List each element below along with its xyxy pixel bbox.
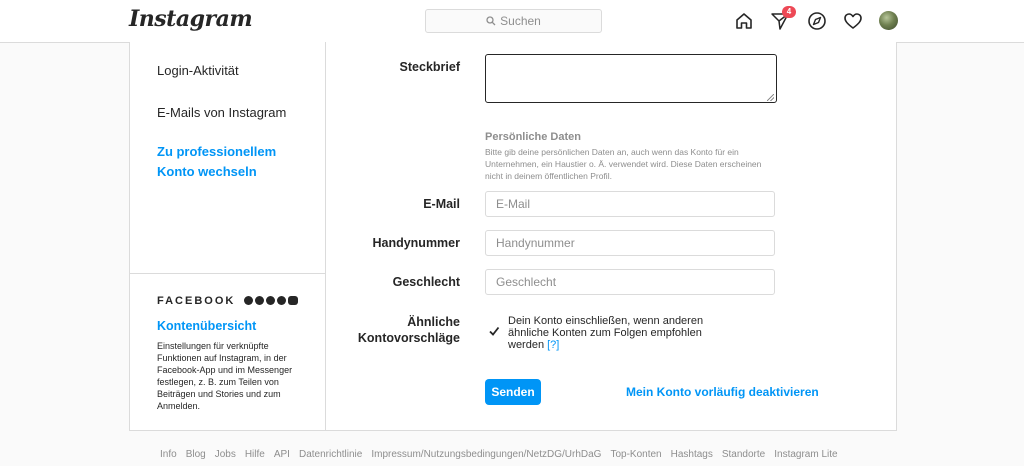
resize-handle[interactable] [767, 94, 774, 101]
gender-label: Geschlecht [392, 275, 460, 289]
settings-card: Login-Aktivität E-Mails von Instagram Zu… [129, 42, 897, 431]
meta-app-icons [244, 296, 298, 305]
suggestions-text: Dein Konto einschließen, wenn anderen äh… [508, 315, 704, 351]
footer-link-instagram-lite[interactable]: Instagram Lite [774, 449, 837, 460]
messenger-icon [255, 296, 264, 305]
whatsapp-icon [277, 296, 286, 305]
personal-info-description: Bitte gib deine persönlichen Daten an, a… [485, 147, 762, 181]
suggestions-label-line2: Kontovorschläge [357, 331, 460, 345]
bio-label: Steckbrief [399, 60, 460, 74]
search-box[interactable]: Suchen [425, 9, 602, 33]
footer-link-locations[interactable]: Standorte [722, 449, 765, 460]
heart-icon[interactable] [843, 11, 863, 31]
facebook-icon [244, 296, 253, 305]
phone-label: Handynummer [372, 236, 460, 250]
suggestions-checkbox[interactable] [488, 325, 500, 337]
gender-field[interactable] [485, 269, 775, 295]
personal-info-title: Persönliche Daten [485, 131, 581, 143]
footer-link-jobs[interactable]: Jobs [215, 449, 236, 460]
top-navigation: Instagram Suchen 4 [0, 0, 1024, 43]
home-icon[interactable] [734, 11, 754, 31]
suggestions-label: Ähnliche Kontovorschläge [130, 314, 460, 346]
portal-icon [288, 296, 298, 305]
checkmark-icon [489, 326, 500, 336]
deactivate-account-link[interactable]: Mein Konto vorläufig deaktivieren [626, 385, 819, 399]
footer-link-blog[interactable]: Blog [186, 449, 206, 460]
email-label: E-Mail [423, 197, 460, 211]
message-count-badge: 4 [782, 6, 796, 18]
footer-links: Info Blog Jobs Hilfe API Datenrichtlinie… [160, 449, 847, 460]
suggestions-label-line1: Ähnliche [407, 315, 460, 329]
instagram-logo[interactable]: Instagram [129, 6, 253, 32]
footer-link-help[interactable]: Hilfe [245, 449, 265, 460]
instagram-icon [266, 296, 275, 305]
explore-icon[interactable] [807, 11, 827, 31]
footer-link-hashtags[interactable]: Hashtags [671, 449, 713, 460]
facebook-wordmark: FACEBOOK [157, 295, 236, 307]
sidebar-divider [130, 273, 325, 274]
phone-field[interactable] [485, 230, 775, 256]
sidebar-item-switch-professional[interactable]: Zu professionellem Konto wechseln [157, 142, 317, 182]
footer-link-terms[interactable]: Impressum/Nutzungsbedingungen/NetzDG/Urh… [371, 449, 601, 460]
submit-button[interactable]: Senden [485, 379, 541, 405]
search-placeholder: Suchen [500, 14, 541, 28]
sidebar-item-emails[interactable]: E-Mails von Instagram [157, 105, 286, 120]
bio-textarea[interactable] [485, 54, 777, 103]
footer-link-info[interactable]: Info [160, 449, 177, 460]
suggestions-description: Dein Konto einschließen, wenn anderen äh… [508, 315, 718, 351]
footer-link-api[interactable]: API [274, 449, 290, 460]
suggestions-help-link[interactable]: [?] [547, 339, 559, 351]
footer-link-privacy[interactable]: Datenrichtlinie [299, 449, 362, 460]
accounts-center-description: Einstellungen für verknüpfte Funktionen … [157, 341, 293, 411]
search-icon [486, 16, 496, 26]
profile-avatar[interactable] [879, 11, 898, 30]
email-field[interactable] [485, 191, 775, 217]
footer-link-top-accounts[interactable]: Top-Konten [610, 449, 661, 460]
